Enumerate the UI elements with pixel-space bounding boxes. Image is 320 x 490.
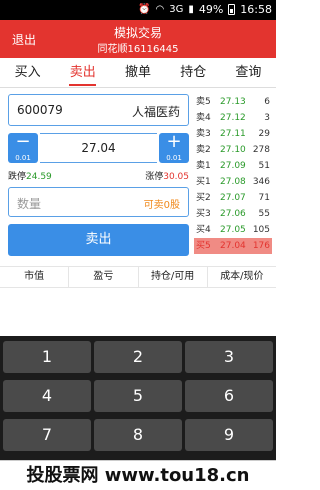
key-2[interactable]: 2 [94, 341, 182, 373]
price-increase-button[interactable]: + 0.01 [159, 131, 189, 163]
order-label: 卖5 [196, 97, 211, 107]
tab-buy[interactable]: 买入 [0, 58, 55, 87]
order-volume: 176 [252, 241, 270, 251]
site-watermark: 投股票网 www.tou18.cn [0, 460, 276, 490]
order-row-sell2[interactable]: 卖2 27.10 278 [194, 142, 272, 158]
trade-tabs: 买入 卖出 撤单 持仓 查询 [0, 58, 276, 88]
key-5[interactable]: 5 [94, 380, 182, 412]
plus-step: 0.01 [166, 154, 182, 162]
minus-icon: − [15, 131, 31, 152]
order-label: 卖4 [196, 113, 211, 123]
order-row-sell4[interactable]: 卖4 27.12 3 [194, 110, 272, 126]
order-volume: 29 [258, 129, 270, 139]
positions-table-header: 市值 盈亏 持仓/可用 成本/现价 [0, 266, 276, 288]
order-label: 买5 [196, 241, 211, 251]
limit-prices: 跌停24.59 涨停30.05 [8, 169, 189, 183]
order-price: 27.06 [220, 209, 246, 219]
key-3[interactable]: 3 [185, 341, 273, 373]
clock: 16:58 [240, 3, 272, 16]
alarm-icon: ⏰ [138, 3, 151, 15]
limit-down-label: 跌停 [8, 172, 27, 182]
order-row-buy2[interactable]: 买2 27.07 71 [194, 190, 272, 206]
tab-positions[interactable]: 持仓 [166, 58, 221, 87]
battery-percent: 49% [198, 3, 224, 16]
order-label: 卖1 [196, 161, 211, 171]
order-price: 27.04 [220, 241, 246, 251]
wifi-icon: ◠ [155, 3, 165, 15]
order-label: 买1 [196, 177, 211, 187]
order-volume: 346 [252, 177, 270, 187]
battery-icon [228, 4, 236, 15]
status-bar: ⏰ ◠ 3G ▮ 49% 16:58 [0, 0, 276, 20]
order-volume: 71 [258, 193, 270, 203]
order-row-sell5[interactable]: 卖5 27.13 6 [194, 94, 272, 110]
order-price: 27.11 [220, 129, 246, 139]
order-row-sell1[interactable]: 卖1 27.09 51 [194, 158, 272, 174]
price-decrease-button[interactable]: − 0.01 [8, 131, 38, 163]
order-row-buy5[interactable]: 买5 27.04 176 [194, 238, 272, 254]
price-input[interactable]: 27.04 [40, 133, 157, 163]
signal-icon: ▮ [188, 3, 194, 15]
column-market-value: 市值 [0, 267, 70, 287]
order-price: 27.10 [220, 145, 246, 155]
order-price: 27.12 [220, 113, 246, 123]
order-price: 27.09 [220, 161, 246, 171]
order-row-sell3[interactable]: 卖3 27.11 29 [194, 126, 272, 142]
quantity-placeholder: 数量 [17, 197, 42, 211]
key-9[interactable]: 9 [185, 419, 273, 451]
status-icons: ⏰ ◠ 3G ▮ 49% 16:58 [138, 3, 272, 16]
sell-button[interactable]: 卖出 [8, 224, 189, 256]
key-7[interactable]: 7 [3, 419, 91, 451]
page-title: 模拟交易 [113, 26, 162, 40]
tab-sell[interactable]: 卖出 [55, 58, 110, 87]
minus-step: 0.01 [15, 154, 31, 162]
price-stepper: − 0.01 27.04 + 0.01 [8, 131, 189, 163]
account-id: 同花顺16116445 [97, 44, 179, 55]
order-row-buy1[interactable]: 买1 27.08 346 [194, 174, 272, 190]
stock-code: 600079 [17, 103, 63, 117]
order-volume: 278 [252, 145, 270, 155]
quantity-input[interactable]: 数量 可卖0股 [8, 187, 189, 217]
order-book: 卖5 27.13 6 卖4 27.12 3 卖3 27.11 29 卖2 27.… [194, 94, 272, 256]
order-volume: 55 [258, 209, 270, 219]
tab-query[interactable]: 查询 [221, 58, 276, 87]
order-volume: 105 [252, 225, 270, 235]
column-cost-price: 成本/现价 [220, 271, 264, 282]
order-volume: 3 [264, 113, 270, 123]
order-price: 27.05 [220, 225, 246, 235]
stock-name: 人福医药 [131, 105, 180, 119]
stock-input[interactable]: 600079 人福医药 [8, 94, 189, 126]
limit-up: 涨停30.05 [145, 169, 189, 182]
tab-cancel[interactable]: 撤单 [110, 58, 165, 87]
limit-down-value: 24.59 [26, 172, 52, 182]
key-8[interactable]: 8 [94, 419, 182, 451]
order-label: 买3 [196, 209, 211, 219]
order-label: 买4 [196, 225, 211, 235]
order-volume: 6 [264, 97, 270, 107]
limit-up-label: 涨停 [145, 172, 164, 182]
column-profit-loss: 盈亏 [69, 267, 139, 287]
key-1[interactable]: 1 [3, 341, 91, 373]
order-price: 27.13 [220, 97, 246, 107]
network-label: 3G [169, 3, 184, 15]
order-volume: 51 [258, 161, 270, 171]
key-4[interactable]: 4 [3, 380, 91, 412]
limit-up-value: 30.05 [163, 172, 189, 182]
app-header: 退出 模拟交易 同花顺16116445 [0, 20, 276, 58]
order-label: 买2 [196, 193, 211, 203]
order-label: 卖2 [196, 145, 211, 155]
order-price: 27.08 [220, 177, 246, 187]
order-label: 卖3 [196, 129, 211, 139]
order-price: 27.07 [220, 193, 246, 203]
plus-icon: + [166, 131, 182, 152]
available-quantity: 可卖0股 [143, 200, 180, 211]
key-6[interactable]: 6 [185, 380, 273, 412]
order-row-buy3[interactable]: 买3 27.06 55 [194, 206, 272, 222]
order-row-buy4[interactable]: 买4 27.05 105 [194, 222, 272, 238]
limit-down: 跌停24.59 [8, 169, 52, 182]
numeric-keypad: 1 2 3 4 5 6 7 8 9 [0, 336, 276, 460]
column-holding-available: 持仓/可用 [139, 267, 208, 287]
